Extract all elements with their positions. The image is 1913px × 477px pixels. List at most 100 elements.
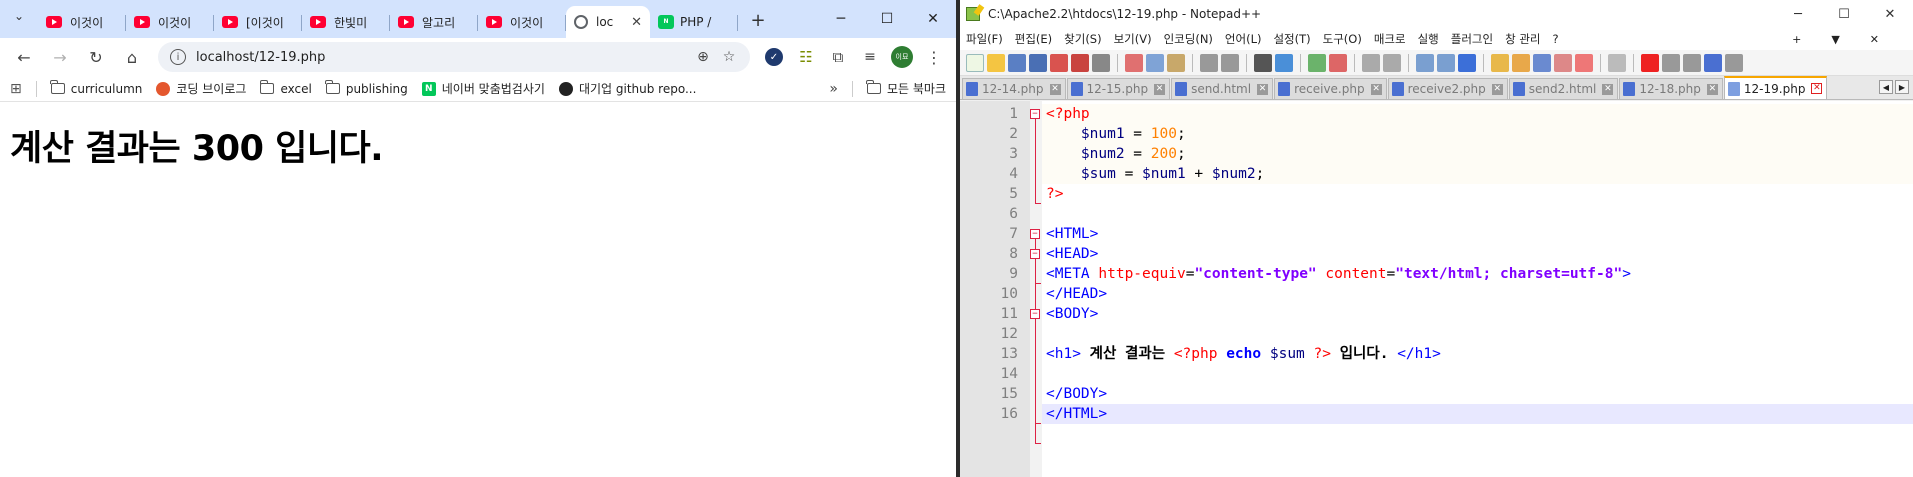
more-bookmarks-icon[interactable]: » [829,81,838,97]
sync-vertical-icon[interactable] [1362,53,1380,72]
doc-tab[interactable]: receive2.php ✕ [1387,78,1508,99]
fold-toggle-icon[interactable]: − [1030,309,1040,319]
menu-tools[interactable]: 도구(O) [1323,31,1362,47]
print-icon[interactable] [1092,53,1110,72]
minimize-icon[interactable]: ─ [818,0,864,38]
bookmark-item[interactable]: N 네이버 맞춤법검사기 [421,80,545,97]
close-all-icon[interactable] [1071,53,1089,72]
site-info-icon[interactable]: i [170,49,186,65]
redo-icon[interactable] [1221,53,1239,72]
fold-toggle-icon[interactable]: − [1030,109,1040,119]
menu-search[interactable]: 찾기(S) [1064,31,1101,47]
indent-guide-icon[interactable] [1458,53,1476,72]
replace-icon[interactable] [1275,53,1293,72]
doc-tab[interactable]: 12-18.php ✕ [1619,78,1723,99]
browser-tab-active[interactable]: loc ✕ [566,6,650,38]
new-file-icon[interactable] [966,53,984,72]
forward-arrow-icon[interactable]: → [44,41,76,73]
copy-icon[interactable] [1146,53,1164,72]
close-tab-icon[interactable]: ✕ [631,15,642,30]
run-macro-multiple-icon[interactable] [1704,53,1722,72]
apps-grid-icon[interactable]: ⊞ [10,81,22,97]
home-icon[interactable]: ⌂ [116,41,148,73]
extension-check-icon[interactable]: ✓ [760,43,788,71]
menu-view[interactable]: 보기(V) [1114,31,1152,47]
zoom-out-icon[interactable] [1329,53,1347,72]
open-file-icon[interactable] [987,53,1005,72]
stop-macro-icon[interactable] [1662,53,1680,72]
bookmark-item[interactable]: excel [259,80,312,96]
code-editor[interactable]: 1 2 3 4 5 6 7 8 9 10 11 12 13 14 15 16 − [960,101,1913,477]
fold-toggle-icon[interactable]: − [1030,249,1040,259]
sync-horizontal-icon[interactable] [1383,53,1401,72]
code-lines[interactable]: <?php $num1 = 100; $num2 = 200; $sum = $… [1042,101,1913,477]
extension-ladder-icon[interactable]: ☷ [792,43,820,71]
menu-window[interactable]: 창 관리 [1505,31,1540,47]
tab-scroll-left-icon[interactable]: ◀ [1879,80,1893,94]
close-file-icon[interactable] [1050,53,1068,72]
all-bookmarks-item[interactable]: 모든 북마크 [866,80,946,97]
minimize-icon[interactable]: ─ [1775,7,1821,22]
close-tab-icon[interactable]: ✕ [1706,83,1718,95]
close-tab-icon[interactable]: ✕ [1049,83,1061,95]
browser-tab[interactable]: 알고리 [390,6,478,38]
doc-tab[interactable]: send.html ✕ [1171,78,1274,99]
close-tab-icon[interactable]: ✕ [1811,83,1823,94]
maximize-icon[interactable]: ☐ [1821,7,1867,22]
doc-map-icon[interactable] [1512,53,1530,72]
close-tab-icon[interactable]: ✕ [1491,83,1503,95]
menu-file[interactable]: 파일(F) [966,31,1003,47]
menu-edit[interactable]: 편집(E) [1015,31,1052,47]
save-all-icon[interactable] [1029,53,1047,72]
browser-tab[interactable]: 이것이 [38,6,126,38]
save-macro-icon[interactable] [1725,53,1743,72]
profile-avatar[interactable]: 이묘 [888,43,916,71]
close-tab-icon[interactable]: ✕ [1602,83,1614,95]
word-wrap-icon[interactable] [1416,53,1434,72]
browser-tab[interactable]: N PHP / [650,6,738,38]
back-arrow-icon[interactable]: ← [8,41,40,73]
function-list-icon[interactable] [1533,53,1551,72]
menu-language[interactable]: 언어(L) [1225,31,1262,47]
doc-tab-active[interactable]: 12-19.php ✕ [1723,76,1828,99]
close-doc-icon[interactable]: ✕ [1870,33,1879,46]
browser-tab[interactable]: [이것이 [214,6,302,38]
bookmark-item[interactable]: publishing [325,80,408,96]
address-bar[interactable]: i localhost/12-19.php ⊕ ☆ [158,42,750,72]
zoom-icon[interactable]: ⊕ [690,49,716,65]
add-icon[interactable]: + [1792,33,1801,46]
play-macro-icon[interactable] [1683,53,1701,72]
show-all-chars-icon[interactable] [1437,53,1455,72]
cut-icon[interactable] [1125,53,1143,72]
url-text[interactable]: localhost/12-19.php [196,50,690,65]
find-icon[interactable] [1254,53,1272,72]
menu-plugins[interactable]: 플러그인 [1451,31,1493,47]
more-menu-icon[interactable]: ⋮ [920,43,948,71]
zoom-in-icon[interactable] [1308,53,1326,72]
media-controls-icon[interactable]: ≡ [856,43,884,71]
reload-icon[interactable]: ↻ [80,41,112,73]
doc-tab[interactable]: send2.html ✕ [1508,78,1619,99]
close-window-icon[interactable]: ✕ [910,0,956,38]
record-macro-icon[interactable] [1641,53,1659,72]
menu-macro[interactable]: 매크로 [1374,31,1406,47]
close-tab-icon[interactable]: ✕ [1154,83,1166,95]
undo-icon[interactable] [1200,53,1218,72]
doc-tab[interactable]: 12-14.php ✕ [962,78,1066,99]
close-tab-icon[interactable]: ✕ [1370,83,1382,95]
maximize-icon[interactable]: ☐ [864,0,910,38]
doc-tab[interactable]: 12-15.php ✕ [1066,78,1171,99]
bookmark-item[interactable]: curriculumn [50,80,142,96]
browser-tab[interactable]: 이것이 [126,6,214,38]
bookmark-star-icon[interactable]: ☆ [716,49,742,65]
paste-icon[interactable] [1167,53,1185,72]
close-tab-icon[interactable]: ✕ [1257,83,1269,95]
browser-tab[interactable]: 한빛미 [302,6,390,38]
extensions-puzzle-icon[interactable]: ⧉ [824,43,852,71]
folder-workspace-icon[interactable] [1554,53,1572,72]
doc-tab[interactable]: receive.php ✕ [1274,78,1387,99]
dropdown-icon[interactable]: ▼ [1831,33,1839,46]
menu-encoding[interactable]: 인코딩(N) [1164,31,1213,47]
tab-scroll-right-icon[interactable]: ▶ [1895,80,1909,94]
udl-icon[interactable] [1491,53,1509,72]
